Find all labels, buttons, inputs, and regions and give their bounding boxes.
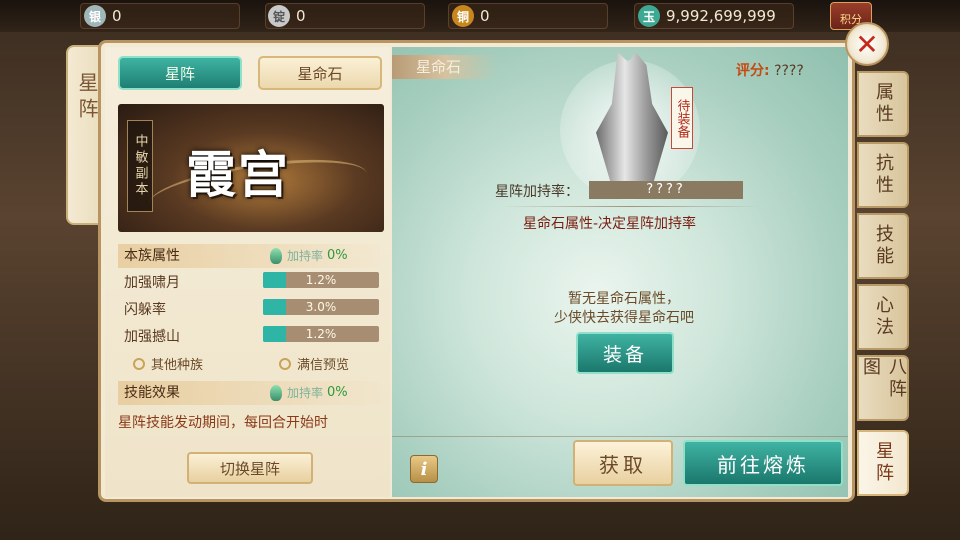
stat-value: 1.2%: [305, 327, 337, 341]
score-value: ????: [774, 63, 804, 79]
stat-value: 3.0%: [305, 300, 337, 314]
bonus-label: 星阵加持率：: [495, 184, 579, 200]
bonus-value: ????: [589, 181, 743, 199]
rate-value: 0%: [327, 248, 348, 263]
banner-title: 霞宫: [186, 145, 290, 204]
empty-message: 暂无星命石属性， 少侠快去获得星命石吧: [524, 290, 724, 328]
currency-jade: 玉 9,992,699,999: [638, 4, 776, 28]
score: 评分: ????: [736, 60, 804, 80]
stat-label: 加强撼山: [124, 329, 180, 345]
skill-effect-desc: 星阵技能发动期间，每回合开始时: [118, 415, 328, 431]
stat-label: 闪躲率: [124, 302, 166, 318]
info-icon[interactable]: i: [410, 455, 438, 483]
currency-ingot: 锭 0: [268, 4, 306, 28]
go-forge-button[interactable]: 前往熔炼: [683, 440, 843, 486]
max-preview-label: 满信预览: [297, 358, 350, 373]
tab-eight-formation[interactable]: 八阵图: [857, 355, 909, 421]
copper-coin-icon: 铜: [452, 5, 474, 27]
score-label: 评分:: [736, 63, 770, 79]
clan-attr-rate: 加持率 0%: [270, 247, 348, 264]
currency-copper: 铜 0: [452, 4, 490, 28]
stone-section-tag: 星命石: [392, 55, 498, 79]
footer-divider: [392, 436, 848, 437]
currency-value: 0: [112, 7, 122, 25]
stat-bar: 3.0%: [263, 299, 379, 315]
max-preview-link[interactable]: 满信预览: [279, 354, 349, 373]
rate-label: 加持率: [287, 249, 324, 263]
currency-value: 0: [480, 7, 490, 25]
stat-bar: 1.2%: [263, 272, 379, 288]
stone-attr-heading: 星命石属性-决定星阵加持率: [523, 216, 697, 232]
magnifier-icon: [279, 357, 291, 370]
currency-value: 0: [296, 7, 306, 25]
tab-star-array-side[interactable]: 星阵: [857, 430, 909, 496]
skill-effect-rate: 加持率 0%: [270, 384, 348, 401]
switch-array-button[interactable]: 切换星阵: [187, 452, 313, 484]
currency-value: 9,992,699,999: [666, 7, 776, 25]
ingot-icon: 锭: [268, 5, 290, 27]
stat-bar: 1.2%: [263, 326, 379, 342]
tab-skills[interactable]: 技能: [857, 213, 909, 279]
tab-star-stone[interactable]: 星命石: [258, 56, 382, 90]
magnifier-icon: [133, 357, 145, 370]
clan-attr-title: 本族属性: [124, 248, 180, 264]
equip-button[interactable]: 装备: [576, 332, 674, 374]
tab-attributes[interactable]: 属性: [857, 71, 909, 137]
empty-message-line: 暂无星命石属性，: [568, 291, 680, 307]
jade-icon: 玉: [638, 5, 660, 27]
rate-label: 加持率: [287, 386, 324, 400]
other-clans-label: 其他种族: [151, 358, 204, 373]
banner-vertical-tag: 中敏副本: [127, 120, 153, 212]
tab-mind-method[interactable]: 心法: [857, 284, 909, 350]
close-icon[interactable]: ✕: [845, 22, 889, 66]
get-button[interactable]: 获取: [573, 440, 673, 486]
rate-value: 0%: [327, 385, 348, 400]
other-clans-link[interactable]: 其他种族: [133, 354, 203, 373]
stat-value: 1.2%: [305, 273, 337, 287]
skill-effect-title: 技能效果: [124, 385, 180, 401]
divider: [500, 206, 760, 207]
pending-equip-tag: 待装备: [671, 87, 693, 149]
empty-message-line: 少侠快去获得星命石吧: [554, 310, 694, 326]
tab-star-array[interactable]: 星阵: [118, 56, 242, 90]
tab-resistance[interactable]: 抗性: [857, 142, 909, 208]
stat-label: 加强啸月: [124, 275, 180, 291]
currency-silver: 银 0: [84, 4, 122, 28]
gem-icon: [270, 384, 282, 401]
gem-icon: [270, 247, 282, 264]
silver-coin-icon: 银: [84, 5, 106, 27]
